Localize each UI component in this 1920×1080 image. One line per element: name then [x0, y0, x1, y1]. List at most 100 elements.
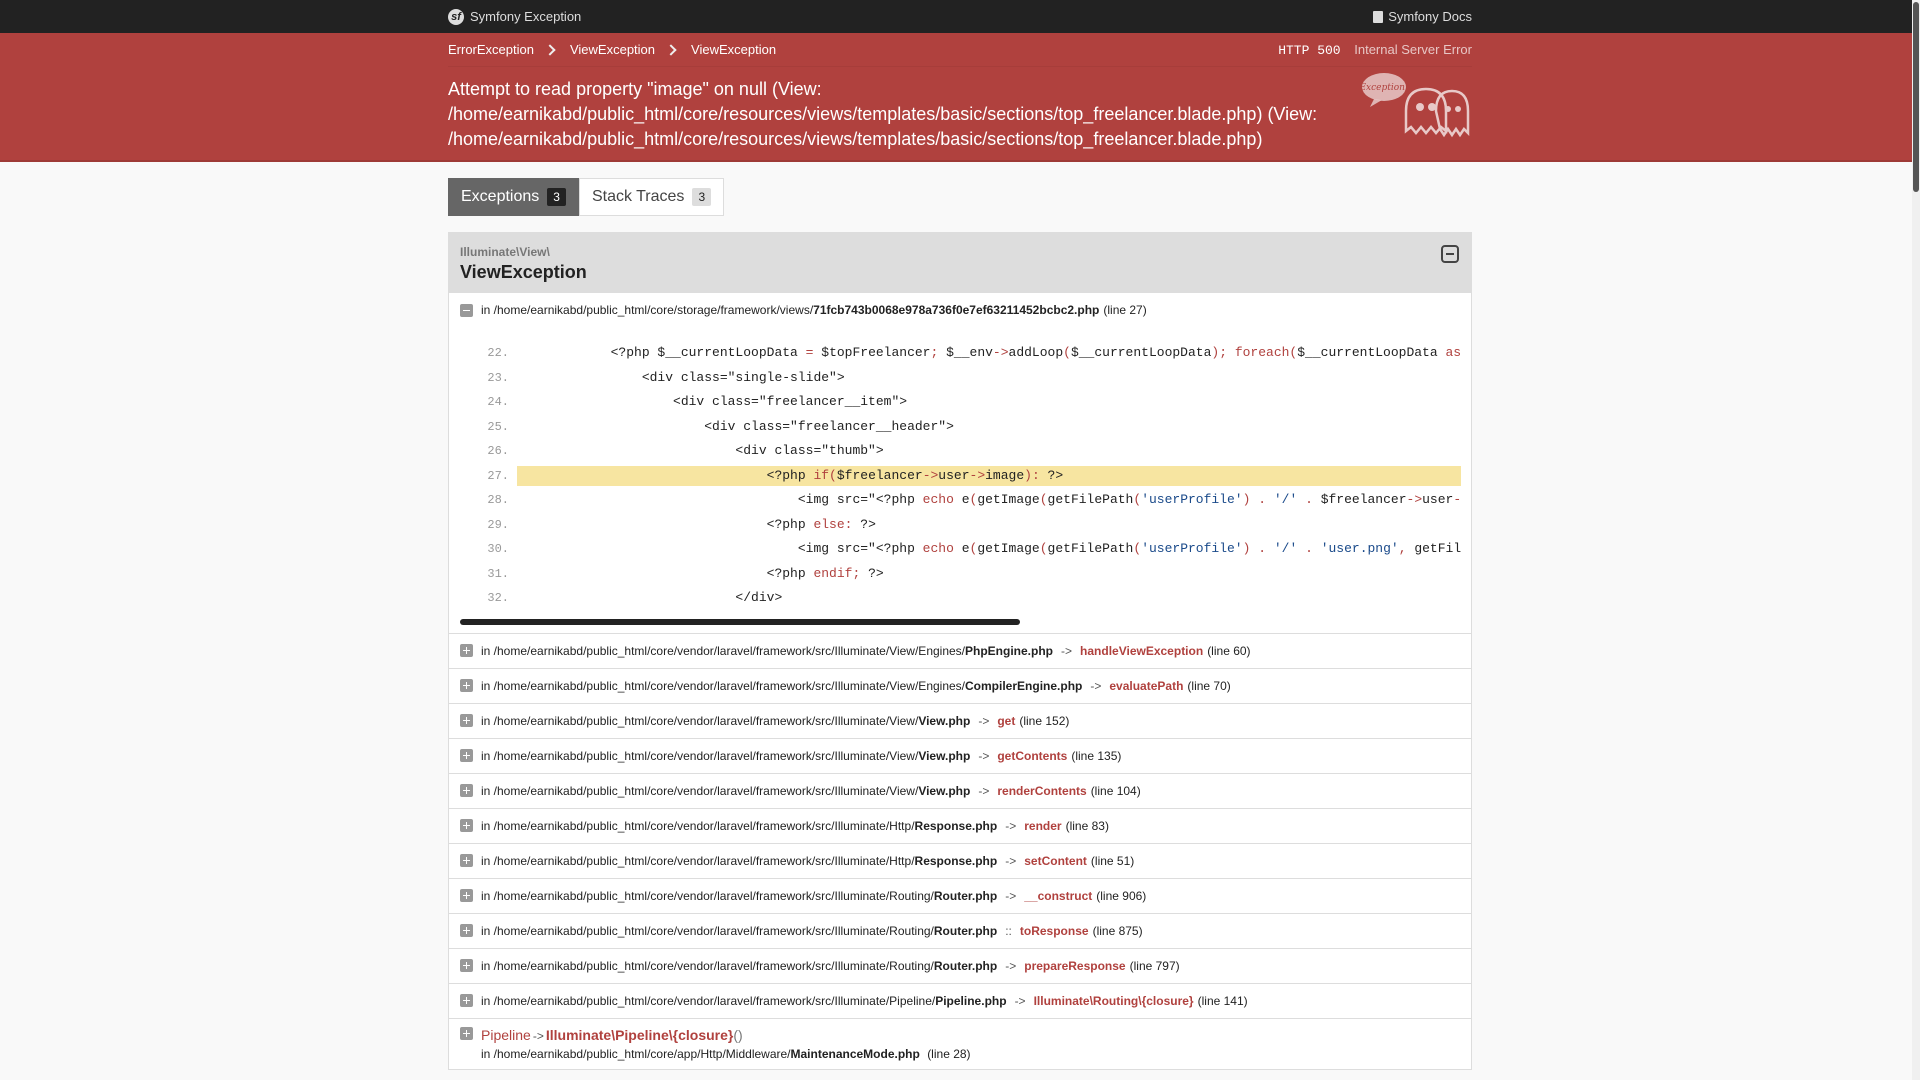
trace-row[interactable]: in /home/earnikabd/public_html/core/vend…: [449, 877, 1471, 913]
trace-path: in /home/earnikabd/public_html/core/vend…: [481, 923, 934, 938]
trace-arrow: ->: [1005, 958, 1017, 973]
plus-icon[interactable]: [460, 819, 473, 832]
plus-icon[interactable]: [460, 1026, 473, 1040]
trace-arrow: ->: [978, 713, 990, 728]
code-line: 29. <?php else: ?>: [459, 513, 1461, 538]
trace-path: in /home/earnikabd/public_html/core/app/…: [481, 1046, 791, 1061]
trace-function[interactable]: setContent: [1024, 854, 1087, 868]
trace-arrow: ->: [1005, 818, 1017, 833]
status-code: HTTP 500: [1278, 42, 1341, 58]
trace-arrow: ::: [1005, 923, 1012, 938]
trace-function[interactable]: render: [1024, 819, 1061, 833]
trace-function[interactable]: __construct: [1024, 889, 1092, 903]
trace-arrow: ->: [978, 783, 990, 798]
exception-panel: Illuminate\View\ ViewException in /home/…: [448, 232, 1472, 1070]
http-status: HTTP 500 Internal Server Error: [1268, 42, 1472, 58]
breadcrumb-item[interactable]: ViewException: [570, 42, 655, 57]
minus-icon[interactable]: [460, 303, 473, 317]
trace-row[interactable]: in /home/earnikabd/public_html/core/vend…: [449, 667, 1471, 703]
page-scrollbar[interactable]: [1912, 0, 1920, 1080]
code-line: 25. <div class="freelancer__header">: [459, 415, 1461, 440]
trace-row[interactable]: in /home/earnikabd/public_html/core/vend…: [449, 947, 1471, 983]
line-number: 28.: [487, 493, 509, 508]
trace-file: CompilerEngine.php: [965, 678, 1083, 693]
trace-line-number: (line 135): [1071, 748, 1122, 763]
trace-function[interactable]: toResponse: [1020, 924, 1089, 938]
trace-row[interactable]: in /home/earnikabd/public_html/core/vend…: [449, 982, 1471, 1018]
trace-row[interactable]: in /home/earnikabd/public_html/core/vend…: [449, 737, 1471, 773]
code-text: <div class="thumb">: [517, 443, 884, 459]
trace-path: in /home/earnikabd/public_html/core/vend…: [481, 888, 934, 903]
code-text: <?php $__currentLoopData = $topFreelance…: [517, 345, 1461, 361]
breadcrumb: ErrorException ViewException ViewExcepti…: [448, 33, 1472, 67]
scrollbar-thumb[interactable]: [1913, 2, 1919, 192]
trace-row[interactable]: in /home/earnikabd/public_html/core/vend…: [449, 912, 1471, 948]
top-bar: sf Symfony Exception Symfony Docs: [0, 0, 1920, 33]
tab-exceptions[interactable]: Exceptions 3: [448, 178, 579, 216]
trace-path: in /home/earnikabd/public_html/core/vend…: [481, 818, 915, 833]
trace-row[interactable]: in /home/earnikabd/public_html/core/vend…: [449, 842, 1471, 878]
trace-path: in /home/earnikabd/public_html/core/vend…: [481, 783, 919, 798]
trace-line-number: (line 51): [1090, 853, 1135, 868]
trace-arrow: ->: [1061, 643, 1073, 658]
count-badge: 3: [547, 188, 566, 206]
line-number: 26.: [487, 444, 509, 459]
trace-file: MaintenanceMode.php: [790, 1046, 920, 1061]
line-number: 32.: [487, 591, 509, 606]
plus-icon[interactable]: [460, 889, 473, 902]
plus-icon[interactable]: [460, 959, 473, 972]
trace-function[interactable]: prepareResponse: [1024, 959, 1125, 973]
code-text: <?php else: ?>: [517, 516, 876, 532]
plus-icon[interactable]: [460, 714, 473, 727]
chevron-right-icon: [665, 43, 677, 56]
trace-function[interactable]: get: [997, 714, 1015, 728]
code-line: 30. <img src="<?php echo e(getImage(getF…: [459, 537, 1461, 562]
exception-class: ViewException: [460, 262, 587, 282]
collapse-icon[interactable]: [1441, 245, 1459, 263]
trace-row[interactable]: in /home/earnikabd/public_html/core/vend…: [449, 807, 1471, 843]
docs-link[interactable]: Symfony Docs: [1373, 9, 1472, 24]
trace-path: in /home/earnikabd/public_html/core/vend…: [481, 678, 966, 693]
trace-file: Pipeline.php: [935, 993, 1007, 1008]
trace-line-number: (line 60): [1207, 643, 1251, 658]
plus-icon[interactable]: [460, 924, 473, 937]
plus-icon[interactable]: [460, 749, 473, 762]
trace-function[interactable]: Illuminate\Routing\{closure}: [1034, 994, 1194, 1008]
trace-file: Router.php: [933, 888, 998, 903]
trace-arrow: ->: [978, 748, 990, 763]
trace-line-number: (line 28): [927, 1046, 971, 1061]
trace-arrow: ->: [1014, 993, 1026, 1008]
brand[interactable]: sf Symfony Exception: [448, 8, 581, 25]
trace-row[interactable]: in /home/earnikabd/public_html/core/vend…: [449, 702, 1471, 738]
code-line: 28. <img src="<?php echo e(getImage(getF…: [459, 488, 1461, 513]
code-text: <?php endif; ?>: [517, 565, 884, 581]
plus-icon[interactable]: [460, 854, 473, 867]
exception-message: Attempt to read property "image" on null…: [448, 79, 1318, 149]
code-line: 23. <div class="single-slide">: [459, 366, 1461, 391]
trace-path: in /home/earnikabd/public_html/core/vend…: [481, 713, 919, 728]
trace-function[interactable]: getContents: [997, 749, 1067, 763]
trace-function[interactable]: evaluatePath: [1109, 679, 1183, 693]
trace-file: View.php: [918, 783, 971, 798]
trace-row[interactable]: in /home/earnikabd/public_html/core/stor…: [449, 292, 1471, 327]
trace-file: Response.php: [914, 818, 998, 833]
trace-function[interactable]: renderContents: [997, 784, 1086, 798]
trace-row[interactable]: Pipeline -> Illuminate\Pipeline\{closure}(…: [449, 1017, 1471, 1069]
trace-file: 71fcb743b0068e978a736f0e7ef63211452bcbc2…: [813, 303, 1100, 317]
trace-file: PhpEngine.php: [965, 643, 1054, 658]
breadcrumb-item[interactable]: ViewException: [691, 42, 776, 57]
plus-icon[interactable]: [460, 994, 473, 1007]
trace-row[interactable]: in /home/earnikabd/public_html/core/vend…: [449, 632, 1471, 668]
horizontal-scrollbar[interactable]: [460, 618, 1020, 625]
trace-row[interactable]: in /home/earnikabd/public_html/core/vend…: [449, 772, 1471, 808]
breadcrumb-item[interactable]: ErrorException: [448, 42, 534, 57]
plus-icon[interactable]: [460, 784, 473, 797]
line-number: 23.: [487, 370, 509, 385]
plus-icon[interactable]: [460, 679, 473, 692]
tab-stack-traces[interactable]: Stack Traces 3: [578, 178, 725, 216]
tab-bar: Exceptions 3 Stack Traces 3: [448, 178, 1472, 216]
trace-function[interactable]: handleViewException: [1080, 644, 1203, 658]
trace-arrow: ->: [1090, 678, 1102, 693]
plus-icon[interactable]: [460, 644, 473, 657]
trace-line-number: (line 797): [1129, 958, 1180, 973]
